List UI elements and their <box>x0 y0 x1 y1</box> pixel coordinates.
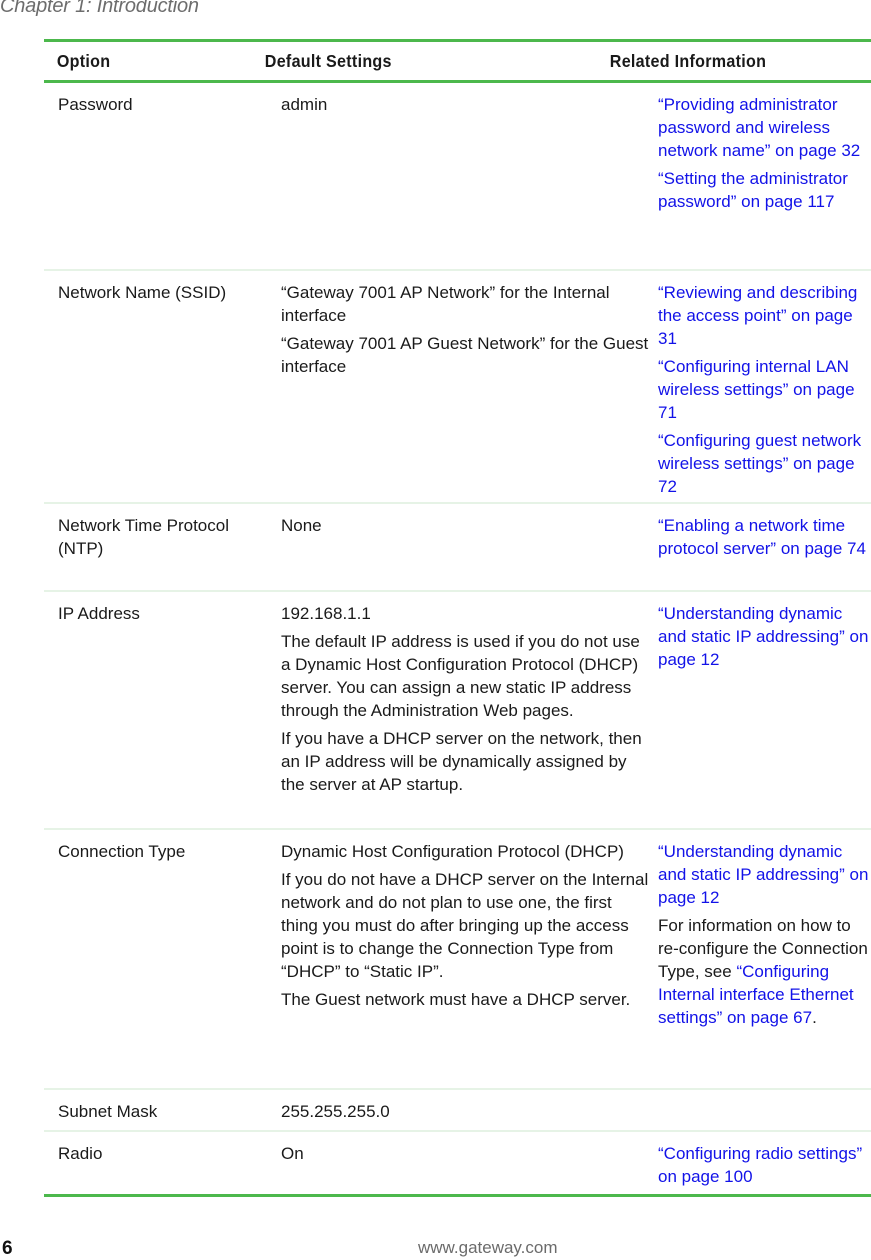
cross-reference-link[interactable]: “Setting the administrator password” on … <box>658 169 848 211</box>
default-settings-cell: “Gateway 7001 AP Network” for the Intern… <box>281 281 653 383</box>
default-setting-text: If you do not have a DHCP server on the … <box>281 870 649 981</box>
option-cell: IP Address <box>58 604 140 623</box>
option-cell: Subnet Mask <box>58 1102 158 1121</box>
option-cell: Network Time Protocol (NTP) <box>58 516 229 558</box>
default-setting-text: None <box>281 516 322 535</box>
option-cell: Password <box>58 95 133 114</box>
related-information-cell: “Reviewing and describing the access poi… <box>658 281 870 503</box>
default-settings-cell: 255.255.255.0 <box>281 1100 653 1128</box>
cross-reference-link[interactable]: “Reviewing and describing the access poi… <box>658 283 857 348</box>
table-row: Connection Type Dynamic Host Configuratio… <box>44 830 871 1090</box>
cross-reference-link[interactable]: “Enabling a network time protocol server… <box>658 516 866 558</box>
cross-reference-link[interactable]: “Understanding dynamic and static IP add… <box>658 604 868 669</box>
column-header-default-settings: Default Settings <box>264 50 392 71</box>
default-setting-text: If you have a DHCP server on the network… <box>281 729 642 794</box>
option-cell: Radio <box>58 1144 103 1163</box>
table-row: Network Name (SSID) “Gateway 7001 AP Netw… <box>44 271 871 504</box>
default-setting-text: The Guest network must have a DHCP serve… <box>281 990 631 1009</box>
default-settings-cell: 192.168.1.1 The default IP address is use… <box>281 602 653 801</box>
default-settings-cell: On <box>281 1142 653 1170</box>
default-settings-table: Option Default Settings Related Informat… <box>44 39 871 1197</box>
related-info-paragraph: “Setting the administrator password” on … <box>658 167 870 213</box>
column-header-option: Option <box>56 50 111 71</box>
related-info-paragraph: “Understanding dynamic and static IP add… <box>658 602 870 671</box>
default-setting-text: “Gateway 7001 AP Network” for the Intern… <box>281 283 610 325</box>
table-row: IP Address 192.168.1.1 The default IP addr… <box>44 592 871 830</box>
table-header-row: Option Default Settings Related Informat… <box>44 42 866 80</box>
table-bottom-rule <box>44 1194 871 1197</box>
default-settings-cell: admin <box>281 93 653 121</box>
related-info-paragraph: “Understanding dynamic and static IP add… <box>658 840 870 909</box>
related-info-paragraph: “Configuring guest network wireless sett… <box>658 429 870 498</box>
related-info-paragraph: “Configuring internal LAN wireless setti… <box>658 355 870 424</box>
table-row: Radio On “Configuring radio settings” on p… <box>44 1132 871 1194</box>
column-header-related-information: Related Information <box>609 50 767 71</box>
cross-reference-link[interactable]: “Providing administrator password and wi… <box>658 95 860 160</box>
chapter-title: Chapter 1: Introduction <box>0 0 199 17</box>
related-information-cell: “Understanding dynamic and static IP add… <box>658 840 870 1034</box>
cross-reference-link[interactable]: “Understanding dynamic and static IP add… <box>658 842 868 907</box>
table-row: Password admin “Providing administrator pa… <box>44 83 871 271</box>
cross-reference-link[interactable]: “Configuring guest network wireless sett… <box>658 431 861 496</box>
default-settings-cell: None <box>281 514 653 542</box>
table-body: Password admin “Providing administrator pa… <box>44 83 871 1194</box>
related-info-text: . <box>812 1008 817 1027</box>
related-info-paragraph: “Providing administrator password and wi… <box>658 93 870 162</box>
related-information-cell: “Configuring radio settings” on page 100 <box>658 1142 870 1193</box>
table-row: Network Time Protocol (NTP) None “Enabling… <box>44 504 871 592</box>
related-info-paragraph: “Configuring radio settings” on page 100 <box>658 1142 870 1188</box>
page-number: 6 <box>2 1238 13 1259</box>
option-cell: Connection Type <box>58 842 186 861</box>
default-setting-text: Dynamic Host Configuration Protocol (DHC… <box>281 842 624 861</box>
related-information-cell: “Providing administrator password and wi… <box>658 93 870 218</box>
default-setting-text: 255.255.255.0 <box>281 1102 390 1121</box>
option-cell: Network Name (SSID) <box>58 283 227 302</box>
related-info-paragraph: “Enabling a network time protocol server… <box>658 514 870 560</box>
default-setting-text: admin <box>281 95 328 114</box>
related-info-paragraph: For information on how to re-configure t… <box>658 914 870 1029</box>
footer-url[interactable]: www.gateway.com <box>418 1238 558 1258</box>
default-setting-text: On <box>281 1144 304 1163</box>
related-information-cell: “Understanding dynamic and static IP add… <box>658 602 870 676</box>
default-settings-cell: Dynamic Host Configuration Protocol (DHC… <box>281 840 653 1016</box>
cross-reference-link[interactable]: “Configuring radio settings” on page 100 <box>658 1144 862 1186</box>
related-information-cell: “Enabling a network time protocol server… <box>658 514 870 565</box>
default-setting-text: 192.168.1.1 <box>281 604 371 623</box>
cross-reference-link[interactable]: “Configuring internal LAN wireless setti… <box>658 357 855 422</box>
default-setting-text: The default IP address is used if you do… <box>281 632 640 720</box>
table-row: Subnet Mask 255.255.255.0 <box>44 1090 871 1132</box>
related-info-paragraph: “Reviewing and describing the access poi… <box>658 281 870 350</box>
default-setting-text: “Gateway 7001 AP Guest Network” for the … <box>281 334 649 376</box>
